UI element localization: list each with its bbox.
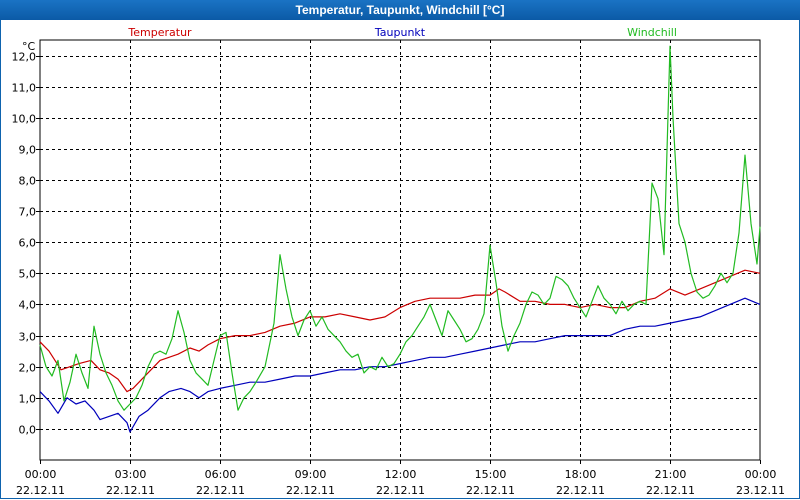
x-tick-time-label: 21:00 (655, 468, 687, 481)
y-tick-label: 10,0 (12, 113, 37, 126)
x-tick-time-label: 12:00 (385, 468, 417, 481)
y-tick-label: 9,0 (19, 144, 37, 157)
x-tick-date-label: 22.12.11 (646, 484, 695, 497)
x-tick-time-label: 03:00 (115, 468, 147, 481)
y-tick-label: 1,0 (19, 393, 37, 406)
chart-canvas: 0,0 1,0 2,0 3,0 4,0 5,0 6,0 7,0 8,0 9,0 10,0 11,0 12… (12, 26, 785, 497)
y-tick-label: 2,0 (19, 362, 37, 375)
x-tick-date-label: 22.12.11 (556, 484, 605, 497)
x-tick-time-label: 00:00 (745, 468, 777, 481)
legend-entry-windchill: Windchill (627, 26, 677, 39)
y-tick-label: 7,0 (19, 206, 37, 219)
y-tick-label: 0,0 (19, 424, 37, 437)
x-tick-date-label: 22.12.11 (16, 484, 65, 497)
x-tick-date-label: 22.12.11 (376, 484, 425, 497)
y-tick-label: 11,0 (12, 82, 37, 95)
y-axis-unit-label: °C (22, 40, 36, 53)
x-tick-time-label: 09:00 (295, 468, 327, 481)
x-tick-time-label: 00:00 (25, 468, 57, 481)
x-tick-time-label: 06:00 (205, 468, 237, 481)
y-tick-label: 3,0 (19, 331, 37, 344)
legend-entry-taupunkt: Taupunkt (374, 26, 426, 39)
chart-window: Temperatur, Taupunkt, Windchill [°C] 0,0… (0, 0, 800, 500)
x-tick-date-label: 23.12.11 (736, 484, 785, 497)
x-tick-time-label: 18:00 (565, 468, 597, 481)
x-tick-date-label: 22.12.11 (106, 484, 155, 497)
y-tick-label: 8,0 (19, 175, 37, 188)
y-tick-label: 5,0 (19, 268, 37, 281)
y-tick-label: 6,0 (19, 237, 37, 250)
x-tick-date-label: 22.12.11 (196, 484, 245, 497)
x-tick-time-label: 15:00 (475, 468, 507, 481)
legend-entry-temperatur: Temperatur (127, 26, 192, 39)
x-tick-date-label: 22.12.11 (286, 484, 335, 497)
y-tick-label: 4,0 (19, 299, 37, 312)
x-tick-date-label: 22.12.11 (466, 484, 515, 497)
